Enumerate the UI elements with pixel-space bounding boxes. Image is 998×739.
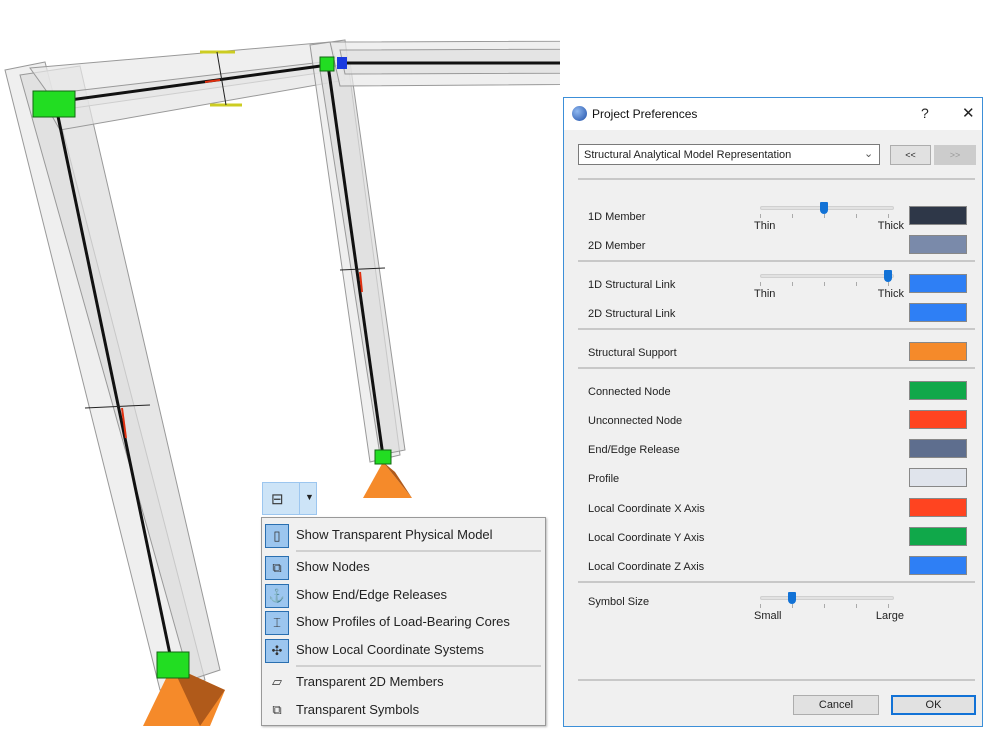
- 1d-structural-link-color-swatch[interactable]: [909, 274, 967, 293]
- slider-max-label: Thick: [877, 288, 904, 300]
- divider: [578, 178, 975, 180]
- unconnected-node-color-swatch[interactable]: [909, 410, 967, 429]
- slider-thumb[interactable]: [820, 202, 828, 214]
- slider-tick: [888, 604, 889, 608]
- close-button[interactable]: ✕: [962, 104, 975, 122]
- local-coordinate-x-axis-color-swatch[interactable]: [909, 498, 967, 517]
- node-icon: [32, 90, 76, 118]
- slider-tick: [792, 282, 793, 286]
- slider-track[interactable]: [760, 596, 894, 600]
- divider: [578, 367, 975, 369]
- view-options-menu: ▯ Show Transparent Physical Model ⧉ Show N…: [261, 517, 546, 726]
- profile-color-swatch[interactable]: [909, 468, 967, 487]
- slider-thumb[interactable]: [884, 270, 892, 282]
- connected-node-color-swatch[interactable]: [909, 381, 967, 400]
- unconnected-node-label: Unconnected Node: [588, 415, 683, 427]
- menu-item-transparent-2d-members[interactable]: ▱ Transparent 2D Members: [262, 670, 545, 696]
- slider-tick: [824, 214, 825, 218]
- 2d-member-color-swatch[interactable]: [909, 235, 967, 254]
- local-coordinate-y-axis-label: Local Coordinate Y Axis: [588, 532, 705, 544]
- 2d-member-label: 2D Member: [588, 240, 646, 252]
- slider-min-label: Small: [754, 610, 782, 622]
- previous-panel-button[interactable]: <<: [890, 145, 931, 165]
- next-panel-button[interactable]: >>: [934, 145, 976, 165]
- local-coordinate-z-axis-label: Local Coordinate Z Axis: [588, 561, 705, 573]
- slider-min-label: Thin: [754, 220, 776, 232]
- symbol-size-label: Symbol Size: [588, 596, 650, 608]
- menu-separator: [296, 550, 541, 552]
- structural-support-label: Structural Support: [588, 347, 677, 359]
- symbol-size-slider[interactable]: Small Large: [754, 592, 904, 626]
- end-edge-release-color-swatch[interactable]: [909, 439, 967, 458]
- slider-max-label: Thick: [877, 220, 904, 232]
- connected-node-label: Connected Node: [588, 386, 671, 398]
- slider-tick: [792, 214, 793, 218]
- local-coordinate-y-axis-color-swatch[interactable]: [909, 527, 967, 546]
- member-thickness-slider[interactable]: Thin Thick: [754, 202, 904, 236]
- 1d-member-label: 1D Member: [588, 211, 646, 223]
- menu-item-show-releases[interactable]: ⚓ Show End/Edge Releases: [262, 583, 545, 609]
- local-coordinate-z-axis-color-swatch[interactable]: [909, 556, 967, 575]
- view-options-toolbar-button[interactable]: ⊟ ▼: [262, 482, 317, 515]
- menu-item-show-profiles[interactable]: ⌶ Show Profiles of Load-Bearing Cores: [262, 610, 545, 636]
- profile-label: Profile: [588, 473, 620, 485]
- menu-item-show-local-coordinate-systems[interactable]: ✣ Show Local Coordinate Systems: [262, 638, 545, 664]
- symbols-icon: ⧉: [272, 702, 282, 717]
- slider-min-label: Thin: [754, 288, 776, 300]
- ok-button[interactable]: OK: [891, 695, 976, 715]
- slider-tick: [888, 282, 889, 286]
- cancel-button[interactable]: Cancel: [793, 695, 879, 715]
- transparent-model-icon: ▯: [265, 524, 289, 548]
- structural-support-color-swatch[interactable]: [909, 342, 967, 361]
- 2d-structural-link-color-swatch[interactable]: [909, 303, 967, 322]
- menu-item-show-nodes[interactable]: ⧉ Show Nodes: [262, 555, 545, 581]
- help-button[interactable]: ?: [921, 105, 929, 121]
- slider-tick: [856, 604, 857, 608]
- slider-max-label: Large: [875, 610, 904, 622]
- app-logo-icon: [572, 106, 587, 121]
- panel-select-value: Structural Analytical Model Representati…: [584, 149, 792, 161]
- nodes-icon: ⧉: [265, 556, 289, 580]
- slider-track[interactable]: [760, 274, 894, 278]
- slider-tick: [856, 214, 857, 218]
- local-coordinate-x-axis-label: Local Coordinate X Axis: [588, 503, 705, 515]
- slider-tick: [888, 214, 889, 218]
- dropdown-arrow-icon[interactable]: ▼: [305, 492, 314, 502]
- slider-tick: [824, 604, 825, 608]
- slider-tick: [760, 214, 761, 218]
- slider-tick: [760, 604, 761, 608]
- divider: [578, 679, 975, 681]
- divider: [578, 328, 975, 330]
- slider-tick: [856, 282, 857, 286]
- physical-model-icon: ⊟: [271, 491, 284, 508]
- divider: [578, 581, 975, 583]
- releases-icon: ⚓: [265, 584, 289, 608]
- project-preferences-dialog: Project Preferences ? ✕ Structural Analy…: [563, 97, 983, 727]
- end-edge-release-label: End/Edge Release: [588, 444, 680, 456]
- dialog-title: Project Preferences: [592, 107, 698, 121]
- coordinate-systems-icon: ✣: [265, 639, 289, 663]
- slider-tick: [760, 282, 761, 286]
- divider: [578, 260, 975, 262]
- chevron-down-icon: ⌄: [864, 148, 874, 160]
- title-bar: Project Preferences ? ✕: [564, 98, 982, 130]
- link-thickness-slider[interactable]: Thin Thick: [754, 270, 904, 304]
- slider-tick: [792, 604, 793, 608]
- 2d-structural-link-label: 2D Structural Link: [588, 308, 676, 320]
- menu-separator: [296, 665, 541, 667]
- 1d-member-color-swatch[interactable]: [909, 206, 967, 225]
- profiles-icon: ⌶: [265, 611, 289, 635]
- slider-tick: [824, 282, 825, 286]
- 1d-structural-link-label: 1D Structural Link: [588, 279, 676, 291]
- slider-thumb[interactable]: [788, 592, 796, 604]
- panel-select[interactable]: Structural Analytical Model Representati…: [578, 144, 880, 165]
- 2d-members-icon: ▱: [272, 674, 282, 689]
- menu-item-show-transparent-physical-model[interactable]: ▯ Show Transparent Physical Model: [262, 523, 545, 549]
- menu-item-transparent-symbols[interactable]: ⧉ Transparent Symbols: [262, 698, 545, 724]
